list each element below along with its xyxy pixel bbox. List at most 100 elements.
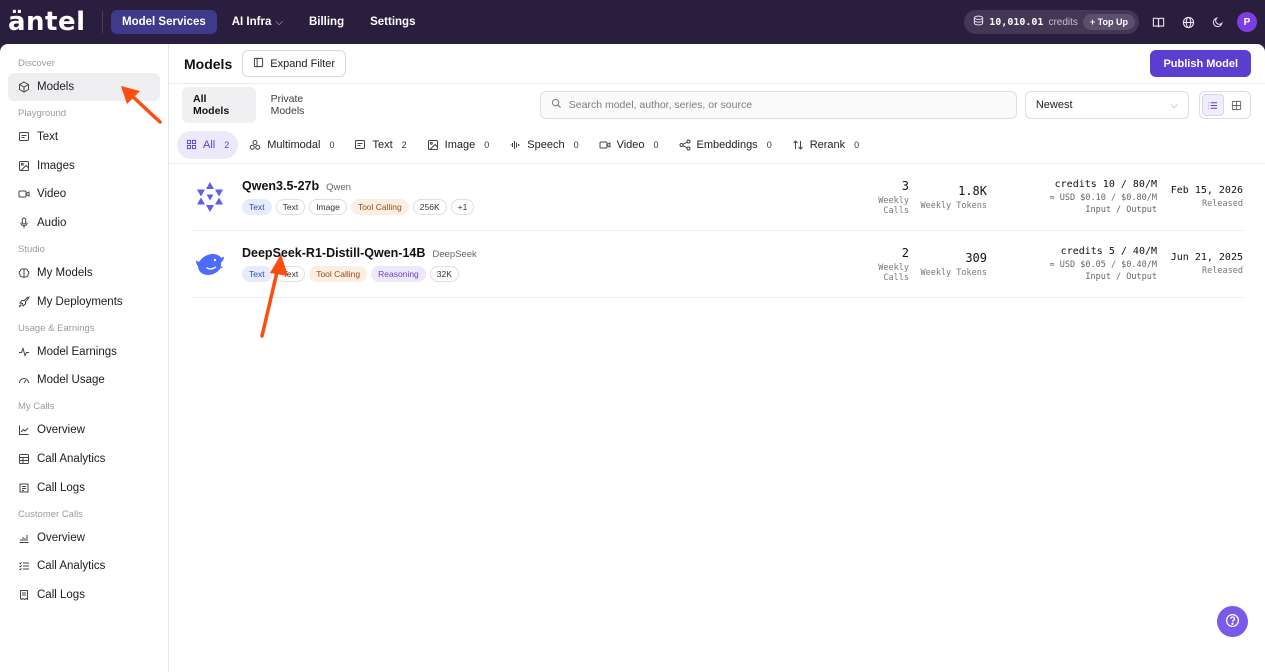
- brand-logo[interactable]: äntel: [6, 7, 96, 37]
- category-rerank[interactable]: Rerank 0: [783, 131, 868, 159]
- sidebar-item-model-earnings[interactable]: Model Earnings: [8, 338, 160, 366]
- nav-settings[interactable]: Settings: [359, 10, 426, 34]
- category-count: 2: [224, 139, 230, 150]
- tag: Tool Calling: [309, 266, 368, 282]
- price-credits: credits 10 / 80/M: [1054, 179, 1157, 190]
- gauge-icon: [18, 374, 30, 386]
- sidebar-item-call-analytics[interactable]: Call Analytics: [8, 445, 160, 473]
- category-count: 2: [401, 139, 407, 150]
- category-label: Multimodal: [267, 138, 321, 151]
- trend-icon: [18, 424, 30, 436]
- globe-icon[interactable]: [1177, 11, 1199, 33]
- publish-model-button[interactable]: Publish Model: [1150, 50, 1251, 77]
- model-pricing: credits 10 / 80/M ≈ USD $0.10 / $0.80/M …: [987, 179, 1157, 215]
- category-count: 0: [329, 139, 335, 150]
- sidebar-item-model-usage[interactable]: Model Usage: [8, 366, 160, 394]
- top-up-button[interactable]: + Top Up: [1082, 14, 1135, 30]
- page-header: Models Expand Filter Publish Model: [169, 44, 1265, 84]
- release-date: Feb 15, 2026: [1170, 185, 1243, 196]
- category-embeddings[interactable]: Embeddings 0: [670, 131, 781, 159]
- sidebar-item-images[interactable]: Images: [8, 152, 160, 180]
- sidebar-item-customer-overview[interactable]: Overview: [8, 524, 160, 552]
- list-check-icon: [18, 560, 30, 572]
- sidebar-item-video[interactable]: Video: [8, 180, 160, 208]
- sidebar-item-label: Images: [37, 159, 75, 172]
- receipt-icon: [18, 589, 30, 601]
- moon-icon[interactable]: [1207, 11, 1229, 33]
- model-author: DeepSeek: [432, 249, 477, 260]
- waveform-icon: [509, 139, 521, 151]
- tab-private-models[interactable]: Private Models: [260, 87, 350, 123]
- category-count: 0: [653, 139, 659, 150]
- sidebar-item-customer-call-analytics[interactable]: Call Analytics: [8, 552, 160, 580]
- category-multimodal[interactable]: Multimodal 0: [240, 131, 343, 159]
- category-filters: All 2 Multimodal 0 Text 2 Image 0 Speech: [169, 126, 1265, 164]
- sidebar-item-text[interactable]: Text: [8, 123, 160, 151]
- category-video[interactable]: Video 0: [590, 131, 668, 159]
- weekly-tokens-value: 309: [965, 250, 987, 265]
- video-icon: [18, 188, 30, 200]
- book-icon[interactable]: [1147, 11, 1169, 33]
- weekly-tokens-label: Weekly Tokens: [920, 267, 987, 278]
- top-bar: äntel Model Services AI Infra ⌵ Billing S…: [0, 0, 1265, 44]
- avatar[interactable]: P: [1237, 12, 1257, 32]
- tag: Tool Calling: [350, 199, 409, 215]
- credits-balance[interactable]: 10,010.01 credits + Top Up: [964, 10, 1139, 34]
- model-info: Qwen3.5-27b Qwen Text Text Image Tool Ca…: [242, 179, 849, 215]
- nav-ai-infra[interactable]: AI Infra ⌵: [221, 10, 294, 34]
- sidebar-section-playground: Playground: [18, 107, 67, 119]
- model-title-line: DeepSeek-R1-Distill-Qwen-14B DeepSeek: [242, 246, 849, 260]
- weekly-calls: 2 Weekly Calls: [849, 246, 909, 283]
- sidebar-section-usage: Usage & Earnings: [18, 322, 95, 334]
- model-release: Jun 21, 2025 Released: [1157, 252, 1243, 276]
- category-label: Video: [616, 138, 645, 151]
- model-name[interactable]: Qwen3.5-27b: [242, 179, 319, 193]
- tag: Text: [275, 266, 306, 282]
- sidebar-item-customer-call-logs[interactable]: Call Logs: [8, 581, 160, 609]
- message-icon: [18, 131, 30, 143]
- category-text[interactable]: Text 2: [345, 131, 415, 159]
- sidebar-item-label: Overview: [37, 424, 85, 437]
- sidebar-item-call-logs[interactable]: Call Logs: [8, 474, 160, 502]
- tag-more[interactable]: +1: [450, 199, 475, 215]
- nav-label: Model Services: [122, 16, 206, 28]
- category-all[interactable]: All 2: [177, 130, 239, 159]
- sidebar-item-audio[interactable]: Audio: [8, 209, 160, 237]
- sidebar-item-overview[interactable]: Overview: [8, 416, 160, 444]
- category-image[interactable]: Image 0: [418, 131, 499, 159]
- grid-view-icon[interactable]: [1226, 94, 1248, 116]
- grid-icon: [186, 139, 197, 150]
- video-icon: [599, 139, 611, 151]
- sidebar-item-my-deployments[interactable]: My Deployments: [8, 288, 160, 316]
- sidebar-section-customer-calls: Customer Calls: [18, 508, 83, 520]
- category-label: Text: [372, 138, 393, 151]
- release-date: Jun 21, 2025: [1170, 252, 1243, 263]
- search-input[interactable]: Search model, author, series, or source: [539, 91, 1017, 119]
- model-row[interactable]: DeepSeek-R1-Distill-Qwen-14B DeepSeek Te…: [193, 231, 1243, 298]
- tab-all-models[interactable]: All Models: [182, 87, 256, 123]
- model-row[interactable]: Qwen3.5-27b Qwen Text Text Image Tool Ca…: [193, 164, 1243, 231]
- sidebar-item-label: My Deployments: [37, 295, 123, 308]
- nav-model-services[interactable]: Model Services: [111, 10, 217, 34]
- model-name[interactable]: DeepSeek-R1-Distill-Qwen-14B: [242, 246, 425, 260]
- expand-filter-label: Expand Filter: [270, 57, 336, 70]
- category-count: 0: [766, 139, 772, 150]
- help-button[interactable]: [1217, 606, 1248, 637]
- category-count: 0: [854, 139, 860, 150]
- category-count: 0: [573, 139, 579, 150]
- table-icon: [18, 453, 30, 465]
- tag: Reasoning: [371, 266, 426, 282]
- sort-select[interactable]: Newest ⌵: [1024, 91, 1189, 119]
- category-count: 0: [484, 139, 490, 150]
- expand-filter-button[interactable]: Expand Filter: [242, 50, 347, 77]
- nav-billing[interactable]: Billing: [298, 10, 355, 34]
- sidebar-item-my-models[interactable]: My Models: [8, 259, 160, 287]
- model-list: Qwen3.5-27b Qwen Text Text Image Tool Ca…: [169, 164, 1265, 298]
- sidebar-item-label: Model Earnings: [37, 345, 117, 358]
- brain-icon: [18, 267, 30, 279]
- sidebar-section-studio: Studio: [18, 243, 45, 255]
- category-speech[interactable]: Speech 0: [500, 131, 587, 159]
- sidebar-item-models[interactable]: Models: [8, 73, 160, 101]
- list-view-icon[interactable]: [1201, 94, 1224, 116]
- model-author: Qwen: [326, 182, 351, 193]
